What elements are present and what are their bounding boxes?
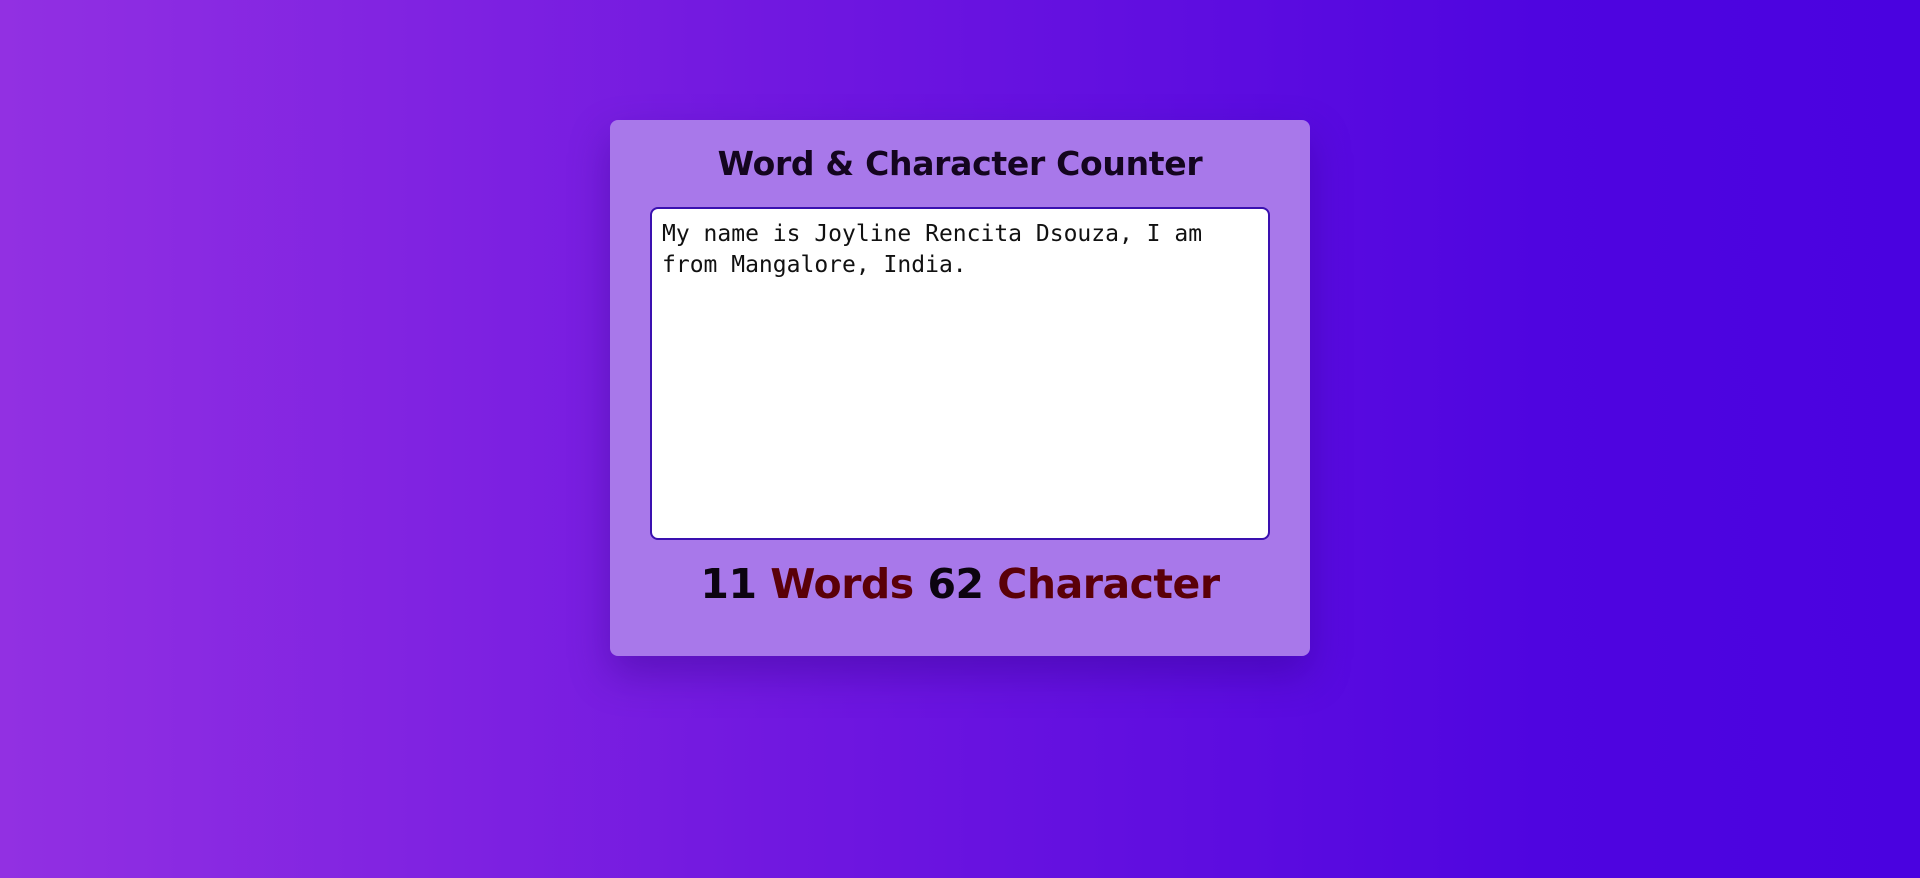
word-label: Words: [770, 560, 914, 608]
text-input[interactable]: My name is Joyline Rencita Dsouza, I am …: [650, 207, 1270, 540]
char-count: 62: [927, 560, 984, 608]
char-label: Character: [997, 560, 1220, 608]
count-summary: 11 Words 62 Character: [610, 560, 1310, 608]
word-count: 11: [700, 560, 757, 608]
page-title: Word & Character Counter: [717, 144, 1203, 183]
counter-card: Word & Character Counter My name is Joyl…: [610, 120, 1310, 656]
